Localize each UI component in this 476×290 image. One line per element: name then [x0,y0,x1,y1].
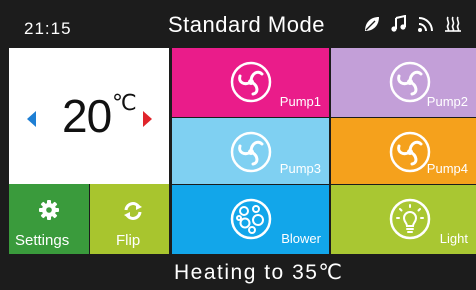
blower-button[interactable]: Blower [172,185,329,254]
pump2-button[interactable]: Pump2 [331,48,476,117]
temperature-decrease-button[interactable] [27,111,36,127]
pump-swirl-icon [230,61,272,108]
pump-swirl-icon [389,131,431,178]
music-icon [390,14,408,33]
temperature-value: 20 [62,90,112,142]
wifi-icon [417,15,435,33]
settings-label: Settings [15,232,70,249]
pump3-label: Pump3 [279,161,321,176]
temperature-increase-button[interactable] [143,111,152,127]
light-button[interactable]: Light [331,185,476,254]
light-label: Light [439,231,468,246]
temperature-unit: ℃ [112,90,137,115]
pump3-button[interactable]: Pump3 [172,118,329,184]
heat-waves-icon [444,15,462,33]
temperature-panel: 20 ℃ [9,48,169,184]
leaf-icon [363,15,381,33]
settings-button[interactable]: Settings [9,184,89,254]
status-icons [363,14,462,33]
pump1-label: Pump1 [279,94,321,109]
gear-icon [39,200,59,225]
pump2-label: Pump2 [426,94,468,109]
pump-swirl-icon [230,131,272,178]
refresh-icon [123,201,143,226]
flip-label: Flip [116,232,141,249]
control-grid: 20 ℃ Settings Flip Pump1 Pump2 Pump3 Pum… [9,48,476,254]
pump-swirl-icon [389,61,431,108]
top-bar: 21:15 Standard Mode [0,0,476,48]
status-bar: Heating to 35℃ [0,254,476,290]
pump1-button[interactable]: Pump1 [172,48,329,117]
blower-label: Blower [281,231,321,246]
clock: 21:15 [24,19,72,38]
flip-button[interactable]: Flip [90,184,169,254]
mode-title[interactable]: Standard Mode [168,12,325,38]
bubbles-icon [230,198,272,245]
light-bulb-icon [389,198,431,245]
pump4-button[interactable]: Pump4 [331,118,476,184]
heating-status: Heating to 35℃ [174,261,344,284]
pump4-label: Pump4 [426,161,468,176]
